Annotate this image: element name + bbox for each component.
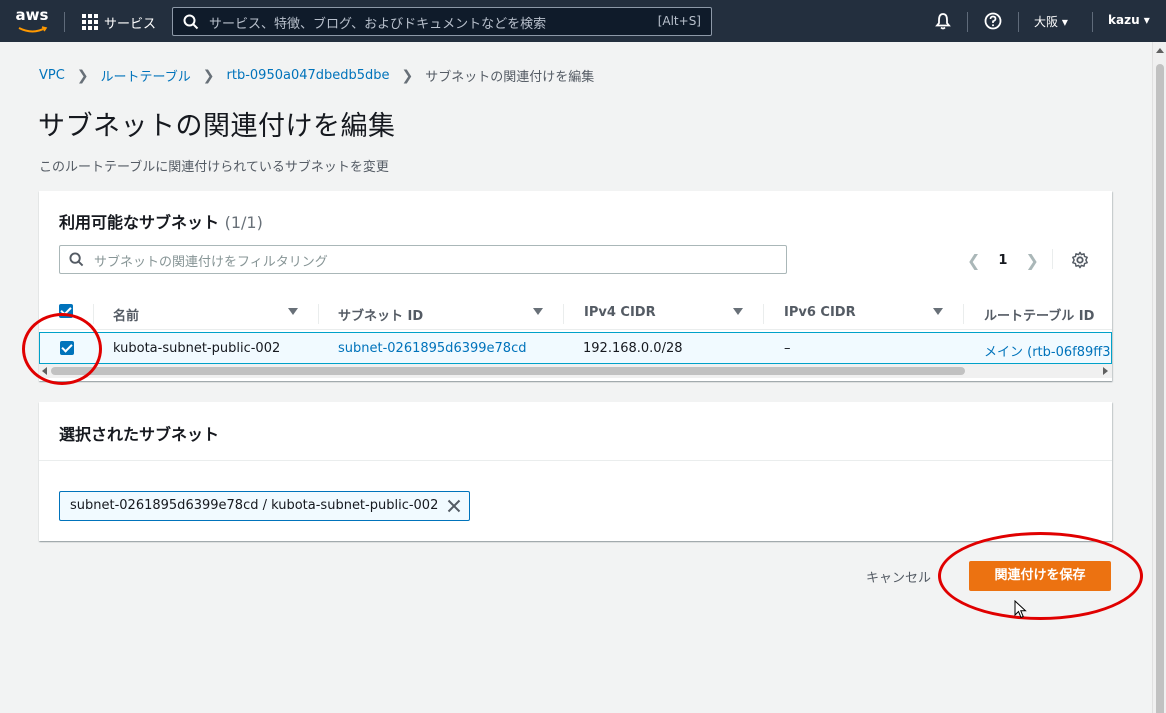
bell-icon[interactable] <box>934 12 952 30</box>
column-header-subnet-id[interactable]: サブネット ID <box>338 305 423 324</box>
selected-subnets-title: 選択されたサブネット <box>59 425 220 444</box>
global-search-input[interactable]: サービス、特徴、ブログ、およびドキュメントなどを検索 [Alt+S] <box>172 7 712 36</box>
available-subnets-count: (1/1) <box>224 213 263 232</box>
subnet-filter-input[interactable]: サブネットの関連付けをフィルタリング <box>59 245 787 274</box>
services-menu-button[interactable]: サービス <box>82 11 156 33</box>
sort-icon[interactable] <box>533 308 543 315</box>
cell-route-table-id[interactable]: メイン (rtb-06f89ff3 <box>984 341 1110 360</box>
aws-smile-icon <box>18 26 48 33</box>
grid-icon <box>82 14 98 30</box>
chevron-right-icon: ❯ <box>202 67 215 84</box>
scroll-up-icon[interactable] <box>1156 48 1164 53</box>
cell-subnet-id[interactable]: subnet-0261895d6399e78cd <box>338 341 526 356</box>
nav-divider <box>1018 12 1019 32</box>
breadcrumb-route-tables[interactable]: ルートテーブル <box>101 66 191 85</box>
scroll-right-icon[interactable] <box>1103 367 1108 375</box>
page-vertical-scrollbar[interactable] <box>1152 42 1166 713</box>
cell-ipv4-cidr: 192.168.0.0/28 <box>583 341 683 356</box>
sort-icon[interactable] <box>733 308 743 315</box>
available-subnets-title: 利用可能なサブネット (1/1) <box>59 209 263 233</box>
close-icon[interactable] <box>447 499 461 513</box>
pager-divider <box>1052 249 1053 269</box>
column-header-route-table-id[interactable]: ルートテーブル ID <box>984 305 1094 324</box>
column-header-ipv4-cidr[interactable]: IPv4 CIDR <box>584 305 656 320</box>
scrollbar-thumb[interactable] <box>51 367 965 375</box>
search-icon <box>69 252 84 267</box>
panel-divider <box>39 460 1112 461</box>
gear-icon[interactable] <box>1071 251 1089 269</box>
nav-divider <box>967 12 968 32</box>
top-navigation: aws サービス サービス、特徴、ブログ、およびドキュメントなどを検索 [Alt… <box>0 0 1166 42</box>
annotation-circle-save <box>938 532 1143 620</box>
column-header-name[interactable]: 名前 <box>113 305 139 324</box>
table-row[interactable]: kubota-subnet-public-002 subnet-0261895d… <box>39 332 1112 364</box>
column-divider <box>763 304 764 324</box>
annotation-circle-checkbox <box>22 313 102 385</box>
page-number[interactable]: 1 <box>998 253 1007 268</box>
filter-placeholder: サブネットの関連付けをフィルタリング <box>94 255 328 270</box>
cancel-button[interactable]: キャンセル <box>866 567 931 586</box>
table-horizontal-scrollbar[interactable] <box>39 364 1112 378</box>
breadcrumb-current: サブネットの関連付けを編集 <box>425 70 595 85</box>
scrollbar-thumb[interactable] <box>1156 64 1164 713</box>
available-subnets-heading: 利用可能なサブネット <box>59 213 220 232</box>
column-divider <box>93 304 94 324</box>
column-divider <box>963 304 964 324</box>
help-icon[interactable] <box>984 12 1002 30</box>
user-menu[interactable]: kazu ▾ <box>1108 13 1150 27</box>
page-description: このルートテーブルに関連付けられているサブネットを変更 <box>39 160 389 175</box>
services-label: サービス <box>104 16 157 32</box>
chevron-right-icon: ❯ <box>401 67 414 84</box>
aws-logo[interactable]: aws <box>12 6 52 36</box>
mouse-cursor-icon <box>1014 600 1027 619</box>
column-divider <box>318 304 319 324</box>
search-icon <box>183 14 199 30</box>
nav-divider <box>64 12 65 32</box>
available-subnets-panel: 利用可能なサブネット (1/1) サブネットの関連付けをフィルタリング ❮ 1 … <box>39 191 1112 381</box>
column-header-ipv6-cidr[interactable]: IPv6 CIDR <box>784 305 856 320</box>
chevron-right-icon: ❯ <box>76 67 89 84</box>
sort-icon[interactable] <box>933 308 943 315</box>
column-divider <box>563 304 564 324</box>
sort-icon[interactable] <box>288 308 298 315</box>
breadcrumb-vpc[interactable]: VPC <box>39 68 65 83</box>
chevron-right-icon[interactable]: ❯ <box>1025 251 1038 270</box>
selected-subnet-token: subnet-0261895d6399e78cd / kubota-subnet… <box>59 491 470 521</box>
cell-name: kubota-subnet-public-002 <box>113 341 281 356</box>
cell-ipv6-cidr: – <box>784 341 791 356</box>
selected-subnets-panel: 選択されたサブネット subnet-0261895d6399e78cd / ku… <box>39 402 1112 541</box>
nav-divider <box>1092 12 1093 32</box>
token-label: subnet-0261895d6399e78cd / kubota-subnet… <box>70 498 439 513</box>
search-placeholder: サービス、特徴、ブログ、およびドキュメントなどを検索 <box>209 17 547 32</box>
breadcrumb: VPC ❯ ルートテーブル ❯ rtb-0950a047dbedb5dbe ❯ … <box>39 66 595 86</box>
table-header: 名前 サブネット ID IPv4 CIDR IPv6 CIDR ルートテーブル … <box>39 296 1112 330</box>
region-selector[interactable]: 大阪 ▾ <box>1034 13 1068 30</box>
page-title: サブネットの関連付けを編集 <box>38 111 396 142</box>
search-shortcut: [Alt+S] <box>657 14 701 28</box>
pagination: ❮ 1 ❯ <box>967 251 1039 270</box>
chevron-left-icon[interactable]: ❮ <box>967 251 980 270</box>
aws-logo-text: aws <box>15 6 49 24</box>
breadcrumb-route-table-id[interactable]: rtb-0950a047dbedb5dbe <box>227 68 390 83</box>
